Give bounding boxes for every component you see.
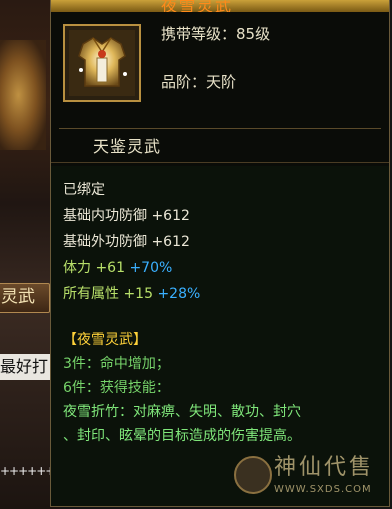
bound-status: 已绑定 <box>63 182 105 198</box>
stat-value: +15 <box>123 286 153 302</box>
required-level: 携带等级：85级 <box>161 25 271 43</box>
stat-value: +61 <box>95 260 125 276</box>
stat-label: 所有属性 <box>63 286 119 302</box>
stat-label: 基础外功防御 <box>63 234 147 250</box>
backdrop-banner: 灵武 <box>0 283 50 313</box>
stat-inner-defense: 基础内功防御 +612 <box>63 206 190 226</box>
backdrop-plus-text: ++++++++ <box>0 464 56 478</box>
stat-percent: +28% <box>157 286 201 302</box>
backdrop-banner-label: 灵武 <box>1 287 35 307</box>
item-tooltip: 夜雪灵武 携带等级：85级 品阶：天阶 天鉴灵武 已绑定 基础内功防御 +612… <box>50 0 390 507</box>
watermark-logo-icon <box>234 456 272 494</box>
item-grade: 品阶：天阶 <box>161 73 237 91</box>
backdrop-chat-snippet: 最好打 <box>0 354 56 380</box>
tooltip-title-strip: 夜雪灵武 <box>51 0 389 12</box>
stat-all-attributes: 所有属性 +15 +28% <box>63 284 200 304</box>
watermark-name: 神仙代售 <box>274 455 375 480</box>
set-bonus-3: 3件：命中增加； <box>63 356 170 372</box>
set-skill-line-1: 夜雪折竹：对麻痹、失明、散功、封穴 <box>63 404 301 420</box>
set-name: 【夜雪灵武】 <box>63 332 147 348</box>
armor-icon <box>69 30 135 96</box>
stat-label: 基础内功防御 <box>63 208 147 224</box>
watermark: 神仙代售 WWW.SXDS.COM <box>234 454 390 504</box>
stat-value: +612 <box>151 208 190 224</box>
set-skill-line-2: 、封印、眩晕的目标造成的伤害提高。 <box>63 428 301 444</box>
divider <box>51 162 389 163</box>
set-bonus-6: 6件：获得技能： <box>63 380 170 396</box>
watermark-url: WWW.SXDS.COM <box>274 484 372 495</box>
tooltip-title: 夜雪灵武 <box>161 0 234 12</box>
character-portrait <box>0 40 46 150</box>
divider <box>59 128 381 129</box>
stat-percent: +70% <box>129 260 173 276</box>
stat-stamina: 体力 +61 +70% <box>63 258 172 278</box>
item-name: 天鉴灵武 <box>93 137 162 156</box>
stat-outer-defense: 基础外功防御 +612 <box>63 232 190 252</box>
stat-label: 体力 <box>63 260 91 276</box>
item-icon-slot[interactable] <box>63 24 141 102</box>
stat-value: +612 <box>151 234 190 250</box>
